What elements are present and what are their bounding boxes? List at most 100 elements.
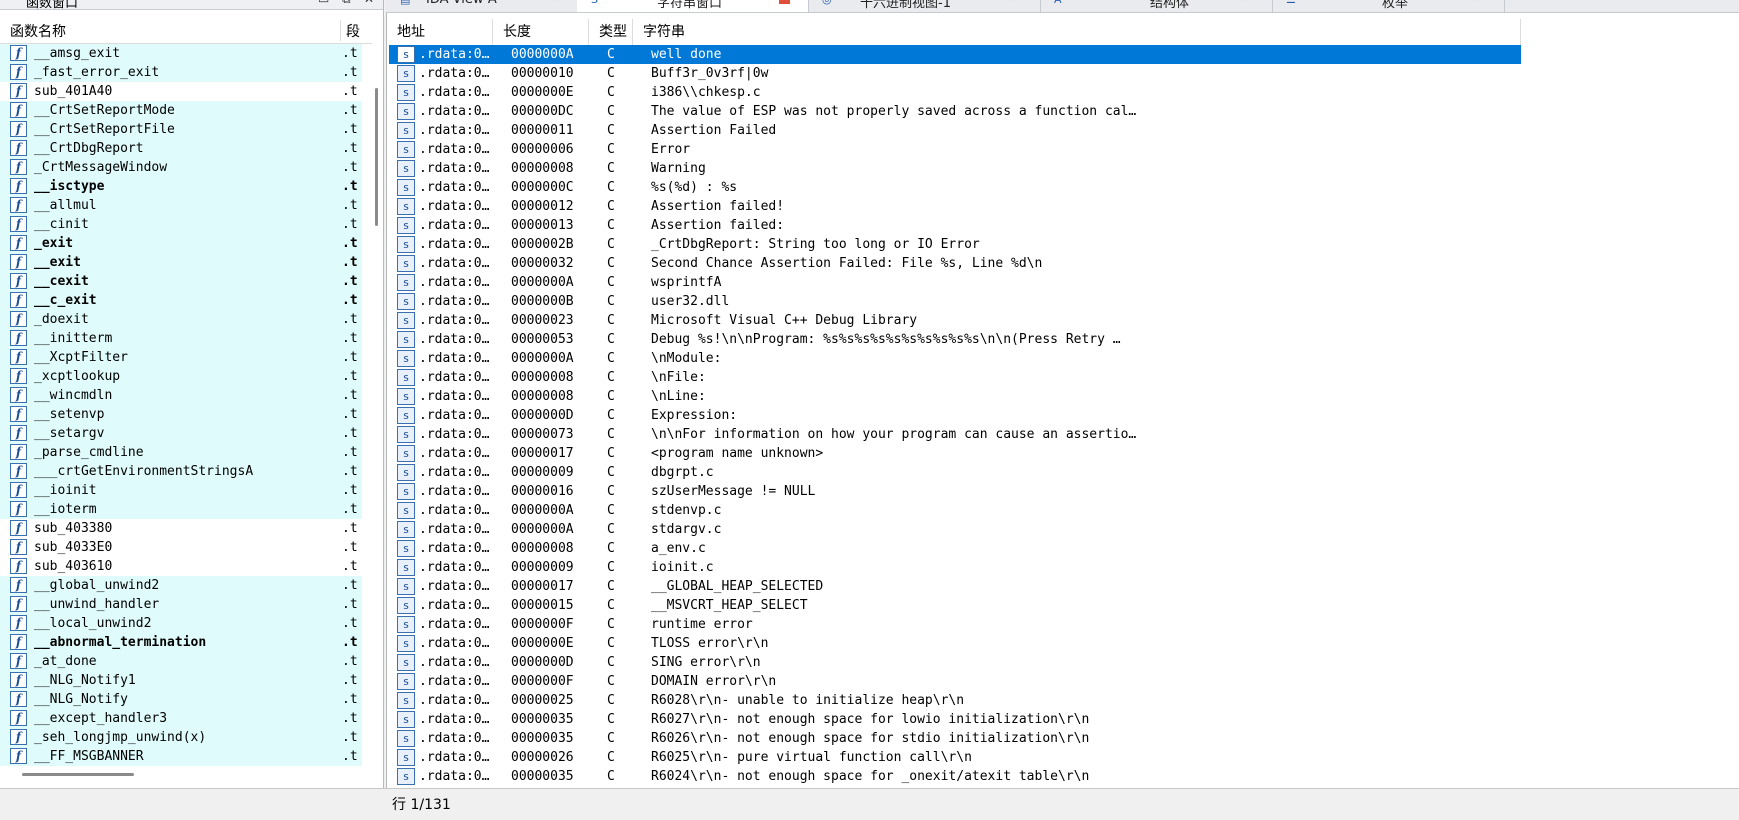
close-icon[interactable]: ✕ xyxy=(779,0,790,4)
function-row[interactable]: f _xcptlookup .t xyxy=(0,367,362,386)
string-row[interactable]: s .rdata:0… 0000000A Cwell done xyxy=(389,45,1521,64)
close-icon[interactable]: ✕ xyxy=(1472,0,1483,4)
string-row[interactable]: s .rdata:0… 00000008 C \nLine: xyxy=(389,387,1521,406)
column-header-string[interactable]: 字符串 xyxy=(633,19,1521,45)
tab-strings[interactable]: S 字符串窗口 ✕ xyxy=(577,0,809,12)
string-row[interactable]: s .rdata:0… 00000009 Cdbgrpt.c xyxy=(389,463,1521,482)
string-row[interactable]: s .rdata:0… 00000035 C R6024\r\n- not enough… xyxy=(389,767,1521,786)
close-icon[interactable]: ✕ xyxy=(550,0,561,4)
tab-enum[interactable]: ☰ 枚举 ✕ xyxy=(1272,0,1505,12)
function-row[interactable]: f __cexit .t xyxy=(0,272,362,291)
function-row[interactable]: f __CrtDbgReport .t xyxy=(0,139,362,158)
string-row[interactable]: s .rdata:0… 0000000D C SING error\r\n xyxy=(389,653,1521,672)
function-row[interactable]: f _CrtMessageWindow .t xyxy=(0,158,362,177)
vertical-scrollbar[interactable] xyxy=(372,20,382,780)
function-row[interactable]: f __CrtSetReportFile .t xyxy=(0,120,362,139)
function-row[interactable]: f __initterm .t xyxy=(0,329,362,348)
function-row[interactable]: f ___crtGetEnvironmentStringsA .t xyxy=(0,462,362,481)
function-row[interactable]: f __NLG_Notify1 .t xyxy=(0,671,362,690)
string-row[interactable]: s .rdata:0… 00000025 C R6028\r\n- unable to … xyxy=(389,691,1521,710)
function-row[interactable]: f __FF_MSGBANNER .t xyxy=(0,747,362,766)
string-row[interactable]: s .rdata:0… 00000006 C Error xyxy=(389,140,1521,159)
function-row[interactable]: f __unwind_handler .t xyxy=(0,595,362,614)
column-header-segment[interactable]: 段 xyxy=(346,21,360,41)
string-row[interactable]: s .rdata:0… 0000000F Cruntime error xyxy=(389,615,1521,634)
string-row[interactable]: s .rdata:0… 00000008 C Warning xyxy=(389,159,1521,178)
tab-graph[interactable]: ▤ IDA View-A ✕ xyxy=(386,0,578,12)
string-row[interactable]: s .rdata:0… 00000009 Cioinit.c xyxy=(389,558,1521,577)
function-row[interactable]: f __abnormal_termination .t xyxy=(0,633,362,652)
function-row[interactable]: f __ioterm .t xyxy=(0,500,362,519)
function-row[interactable]: f __isctype .t xyxy=(0,177,362,196)
tab-struct[interactable]: A 结构体 ✕ xyxy=(1040,0,1273,12)
function-row[interactable]: f __amsg_exit .t xyxy=(0,44,362,63)
string-row[interactable]: s .rdata:0… 00000017 C __GLOBAL_HEAP_SELECTE… xyxy=(389,577,1521,596)
string-row[interactable]: s .rdata:0… 0000000C C %s(%d) : %s xyxy=(389,178,1521,197)
column-header-length[interactable]: 长度 xyxy=(493,19,589,45)
function-row[interactable]: f __cinit .t xyxy=(0,215,362,234)
function-row[interactable]: f __CrtSetReportMode .t xyxy=(0,101,362,120)
string-row[interactable]: s .rdata:0… 0000000A Cstdenvp.c xyxy=(389,501,1521,520)
float-window-icon[interactable]: ▭ xyxy=(318,0,329,6)
string-row[interactable]: s .rdata:0… 00000010 C Buff3r_0v3rf|0w xyxy=(389,64,1521,83)
function-row[interactable]: f __setenvp .t xyxy=(0,405,362,424)
string-row[interactable]: s .rdata:0… 00000008 Ca_env.c xyxy=(389,539,1521,558)
function-row[interactable]: f _at_done .t xyxy=(0,652,362,671)
string-row[interactable]: s .rdata:0… 00000016 CszUserMessage != NULL xyxy=(389,482,1521,501)
tab-hex[interactable]: ◎ 十六进制视图-1 ✕ xyxy=(808,0,1041,12)
function-row[interactable]: f _seh_longjmp_unwind(x) .t xyxy=(0,728,362,747)
string-row[interactable]: s .rdata:0… 0000000F C DOMAIN error\r\n xyxy=(389,672,1521,691)
function-row[interactable]: f __except_handler3 .t xyxy=(0,709,362,728)
function-row[interactable]: f __wincmdln .t xyxy=(0,386,362,405)
string-row[interactable]: s .rdata:0… 0000000E C TLOSS error\r\n xyxy=(389,634,1521,653)
function-row[interactable]: f _exit .t xyxy=(0,234,362,253)
string-row[interactable]: s .rdata:0… 0000000D C Expression: xyxy=(389,406,1521,425)
function-row[interactable]: f __ioinit .t xyxy=(0,481,362,500)
column-header-type[interactable]: 类型 xyxy=(589,19,633,45)
scrollbar-thumb[interactable] xyxy=(22,773,134,776)
string-row[interactable]: s .rdata:0… 0000000B Cuser32.dll xyxy=(389,292,1521,311)
function-row[interactable]: f _fast_error_exit .t xyxy=(0,63,362,82)
string-row[interactable]: s .rdata:0… 0000000A Cstdargv.c xyxy=(389,520,1521,539)
close-icon[interactable]: ✕ xyxy=(364,0,374,6)
function-row[interactable]: f sub_401A40 .t xyxy=(0,82,362,101)
scrollbar-thumb[interactable] xyxy=(375,88,378,226)
string-row[interactable]: s .rdata:0… 00000011 C Assertion Failed xyxy=(389,121,1521,140)
string-row[interactable]: s .rdata:0… 00000035 C R6027\r\n- not enough… xyxy=(389,710,1521,729)
function-row[interactable]: f __NLG_Notify .t xyxy=(0,690,362,709)
string-row[interactable]: s .rdata:0… 0000002B C _CrtDbgReport: String… xyxy=(389,235,1521,254)
function-row[interactable]: f sub_403380 .t xyxy=(0,519,362,538)
string-row[interactable]: s .rdata:0… 00000053 C Debug %s!\n\nProgram:… xyxy=(389,330,1521,349)
string-row[interactable]: s .rdata:0… 00000023 C Microsoft Visual C++ … xyxy=(389,311,1521,330)
function-row[interactable]: f __c_exit .t xyxy=(0,291,362,310)
function-row[interactable]: f __global_unwind2 .t xyxy=(0,576,362,595)
close-icon[interactable]: ✕ xyxy=(1008,0,1019,4)
close-icon[interactable]: ✕ xyxy=(1240,0,1251,4)
string-row[interactable]: s .rdata:0… 0000000A C \nModule: xyxy=(389,349,1521,368)
function-row[interactable]: f _doexit .t xyxy=(0,310,362,329)
string-row[interactable]: s .rdata:0… 00000026 C R6025\r\n- pure virtu… xyxy=(389,748,1521,767)
string-row[interactable]: s .rdata:0… 000000DC C The value of ESP was … xyxy=(389,102,1521,121)
horizontal-scrollbar[interactable] xyxy=(0,770,372,780)
string-row[interactable]: s .rdata:0… 00000013 C Assertion failed: xyxy=(389,216,1521,235)
column-header-address[interactable]: 地址 xyxy=(387,19,493,45)
function-row[interactable]: f __exit .t xyxy=(0,253,362,272)
string-row[interactable]: s .rdata:0… 00000017 C <program name unknown… xyxy=(389,444,1521,463)
function-row[interactable]: f sub_4033E0 .t xyxy=(0,538,362,557)
string-row[interactable]: s .rdata:0… 0000000A CwsprintfA xyxy=(389,273,1521,292)
string-row[interactable]: s .rdata:0… 00000035 C R6026\r\n- not enough… xyxy=(389,729,1521,748)
function-row[interactable]: f sub_403610 .t xyxy=(0,557,362,576)
string-row[interactable]: s .rdata:0… 00000012 C Assertion failed! xyxy=(389,197,1521,216)
function-row[interactable]: f __allmul .t xyxy=(0,196,362,215)
string-row[interactable]: s .rdata:0… 0000000E Ci386\\chkesp.c xyxy=(389,83,1521,102)
function-row[interactable]: f __local_unwind2 .t xyxy=(0,614,362,633)
column-divider[interactable] xyxy=(340,20,341,41)
string-row[interactable]: s .rdata:0… 00000032 C Second Chance Asserti… xyxy=(389,254,1521,273)
function-row[interactable]: f __XcptFilter .t xyxy=(0,348,362,367)
column-header-function-name[interactable]: 函数名称 xyxy=(10,21,66,41)
pin-window-icon[interactable]: ⧉ xyxy=(342,0,351,7)
string-row[interactable]: s .rdata:0… 00000015 C __MSVCRT_HEAP_SELECT xyxy=(389,596,1521,615)
function-row[interactable]: f __setargv .t xyxy=(0,424,362,443)
function-row[interactable]: f _parse_cmdline .t xyxy=(0,443,362,462)
string-row[interactable]: s .rdata:0… 00000073 C \n\nFor information o… xyxy=(389,425,1521,444)
